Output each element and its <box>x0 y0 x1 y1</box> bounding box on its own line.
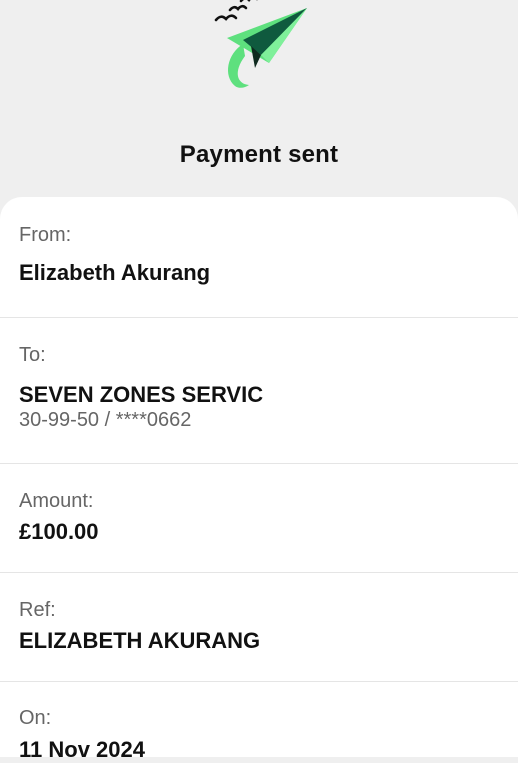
amount-value: £100.00 <box>19 519 99 544</box>
date-value: 11 Nov 2024 <box>19 737 145 762</box>
to-value: SEVEN ZONES SERVIC <box>19 382 264 407</box>
payment-details-card: From: Elizabeth Akurang To: SEVEN ZONES … <box>0 197 518 762</box>
to-account-number: 30-99-50 / ****0662 <box>19 409 192 431</box>
detail-row-date: On: 11 Nov 2024 <box>0 682 518 762</box>
ref-value: ELIZABETH AKURANG <box>19 628 261 653</box>
date-label: On: <box>19 707 52 729</box>
ref-label: Ref: <box>19 599 56 621</box>
from-label: From: <box>19 224 72 246</box>
detail-row-from: From: Elizabeth Akurang <box>0 197 518 318</box>
from-value: Elizabeth Akurang <box>19 260 211 285</box>
amount-label: Amount: <box>19 490 94 512</box>
detail-row-ref: Ref: ELIZABETH AKURANG <box>0 573 518 682</box>
birds-icon <box>214 0 258 22</box>
detail-row-to: To: SEVEN ZONES SERVIC 30-99-50 / ****06… <box>0 318 518 464</box>
hero-section: Payment sent <box>0 0 518 200</box>
paper-plane-icon <box>214 0 307 88</box>
to-label: To: <box>19 344 46 366</box>
page-title: Payment sent <box>179 141 339 168</box>
detail-row-amount: Amount: £100.00 <box>0 464 518 573</box>
